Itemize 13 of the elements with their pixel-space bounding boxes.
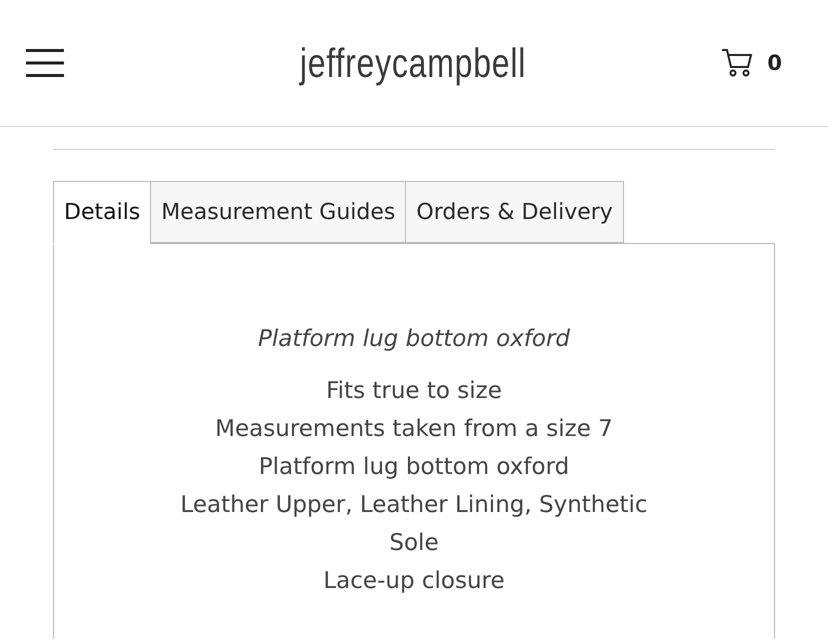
tab[interactable]: Measurement Guides: [150, 181, 406, 244]
tab[interactable]: Details: [53, 181, 152, 244]
detail-line: Fits true to size: [326, 377, 502, 406]
product-subtitle: Platform lug bottom oxford: [258, 326, 570, 352]
logo[interactable]: jeffreycampbell: [300, 40, 526, 86]
cart-icon[interactable]: [721, 48, 754, 78]
detail-line: Lace-up closure: [323, 567, 505, 596]
menu-icon[interactable]: [26, 49, 64, 77]
detail-line: Platform lug bottom oxford: [258, 453, 570, 482]
detail-line: Measurements taken from a size 7: [215, 415, 613, 444]
tab[interactable]: Orders & Delivery: [405, 181, 624, 244]
detail-line: Leather Upper, Leather Lining, Synthetic Sole: [179, 491, 649, 558]
cart-count: 0: [767, 51, 782, 75]
